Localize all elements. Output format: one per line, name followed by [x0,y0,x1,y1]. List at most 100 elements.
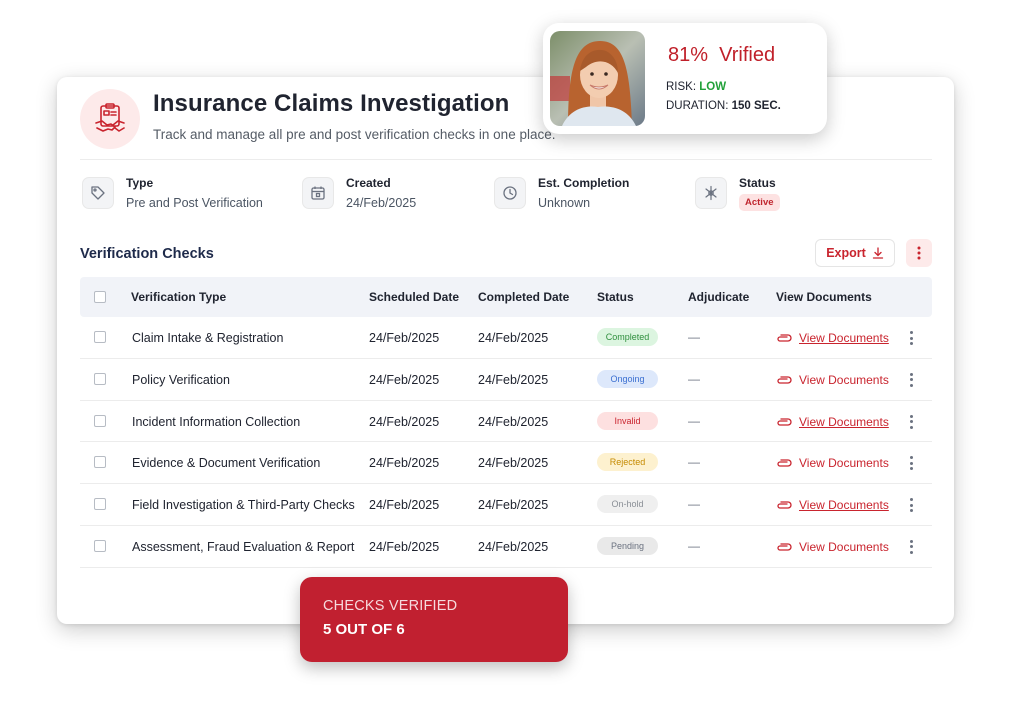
cell-scheduled-date: 24/Feb/2025 [369,372,440,387]
row-checkbox[interactable] [94,539,106,552]
paperclip-icon [777,376,792,384]
export-label: Export [826,246,866,260]
cell-verification-type: Claim Intake & Registration [132,331,284,345]
cell-completed-date: 24/Feb/2025 [478,456,549,471]
view-documents-link[interactable]: View Documents [776,456,889,470]
status-pill: Ongoing [597,369,658,388]
duration-line: DURATION: 150 SEC. [666,100,781,112]
cell-verification-type: Field Investigation & Third-Party Checks [132,498,355,513]
export-button[interactable]: Export [815,239,895,267]
select-all-checkbox[interactable] [94,291,106,303]
meta-completion-value: Unknown [538,196,591,210]
meta-created-label: Created [346,176,391,190]
col-adjudicate[interactable]: Adjudicate [688,290,749,304]
meta-created: Created 24/Feb/2025 [302,175,416,210]
view-documents-label: View Documents [799,498,889,513]
cell-scheduled-date: 24/Feb/2025 [369,456,440,471]
view-documents-link[interactable]: View Documents [776,498,889,512]
view-documents-label: View Documents [799,539,889,554]
cell-adjudicate: — [688,371,700,386]
table-row[interactable]: Claim Intake & Registration 24/Feb/2025 24… [80,317,932,359]
risk-label: RISK: [666,81,697,93]
cell-scheduled-date: 24/Feb/2025 [369,498,440,513]
view-documents-link[interactable]: View Documents [776,540,889,554]
page-title: Insurance Claims Investigation [153,90,510,117]
handshake-clipboard-icon [80,89,140,149]
status-pill: Completed [597,328,658,346]
meta-completion-label: Est. Completion [538,176,630,190]
col-status[interactable]: Status [597,290,634,304]
cell-adjudicate: — [688,413,700,428]
checks-verified-label: CHECKS VERIFIED [323,598,458,614]
row-checkbox[interactable] [94,331,106,343]
meta-type: Type Pre and Post Verification [82,175,263,210]
view-documents-label: View Documents [799,331,889,345]
meta-created-value: 24/Feb/2025 [346,196,417,210]
risk-line: RISK: LOW [666,81,726,93]
cell-adjudicate: — [688,455,700,470]
view-documents-label: View Documents [799,414,889,429]
col-scheduled-date[interactable]: Scheduled Date [369,290,459,304]
table-row[interactable]: Assessment, Fraud Evaluation & Report 24/… [80,526,932,568]
view-documents-label: View Documents [799,372,889,387]
paperclip-icon [777,543,792,551]
meta-completion: Est. Completion Unknown [494,175,629,210]
row-more-icon[interactable] [906,371,916,389]
cell-completed-date: 24/Feb/2025 [478,539,549,554]
risk-value: LOW [699,81,727,93]
table-row[interactable]: Policy Verification 24/Feb/2025 24/Feb/202… [80,359,932,401]
cell-verification-type: Assessment, Fraud Evaluation & Report [132,539,355,554]
duration-value: 150 SEC. [731,100,781,112]
verification-table: Verification Type Scheduled Date Complet… [80,277,932,568]
cell-completed-date: 24/Feb/2025 [478,331,549,345]
more-options-button[interactable] [906,239,932,267]
paperclip-icon [777,334,792,342]
cell-completed-date: 24/Feb/2025 [478,372,549,387]
col-view-documents[interactable]: View Documents [776,290,872,304]
row-more-icon[interactable] [906,413,916,431]
cell-scheduled-date: 24/Feb/2025 [369,414,440,429]
status-badge: Active [739,194,780,211]
cell-completed-date: 24/Feb/2025 [478,414,549,429]
status-pill: On-hold [597,495,658,514]
col-verification-type[interactable]: Verification Type [131,290,226,304]
meta-status: Status Active [695,175,780,211]
row-more-icon[interactable] [906,538,916,556]
calendar-icon [302,177,334,209]
cell-verification-type: Incident Information Collection [132,414,301,429]
row-checkbox[interactable] [94,456,106,469]
row-checkbox[interactable] [94,414,106,427]
view-documents-link[interactable]: View Documents [776,415,889,429]
header-divider [80,159,932,160]
status-pill: Rejected [597,453,658,472]
cell-verification-type: Evidence & Document Verification [132,456,321,471]
paperclip-icon [777,501,792,509]
meta-type-value: Pre and Post Verification [126,196,263,210]
meta-type-label: Type [126,176,154,190]
view-documents-link[interactable]: View Documents [776,373,889,387]
view-documents-link[interactable]: View Documents [776,331,889,345]
row-checkbox[interactable] [94,372,106,385]
row-checkbox[interactable] [94,498,106,511]
table-body: Claim Intake & Registration 24/Feb/2025 24… [80,317,932,568]
col-completed-date[interactable]: Completed Date [478,290,569,304]
tag-icon [82,177,114,209]
duration-label: DURATION: [666,100,729,112]
cell-verification-type: Policy Verification [132,372,230,387]
table-header: Verification Type Scheduled Date Complet… [80,277,932,317]
verified-label: Vrified [719,44,776,66]
row-more-icon[interactable] [906,329,916,347]
status-icon [695,177,727,209]
row-more-icon[interactable] [906,454,916,472]
table-row[interactable]: Field Investigation & Third-Party Checks… [80,484,932,526]
cell-adjudicate: — [688,538,700,553]
cell-adjudicate: — [688,330,700,344]
checks-verified-card: CHECKS VERIFIED 5 OUT OF 6 [300,577,568,662]
row-more-icon[interactable] [906,496,916,514]
verified-percentage: 81% Vrified [668,44,775,67]
clock-icon [494,177,526,209]
table-row[interactable]: Incident Information Collection 24/Feb/20… [80,401,932,443]
paperclip-icon [777,459,792,468]
table-row[interactable]: Evidence & Document Verification 24/Feb/2… [80,442,932,485]
status-pill: Pending [597,536,658,555]
